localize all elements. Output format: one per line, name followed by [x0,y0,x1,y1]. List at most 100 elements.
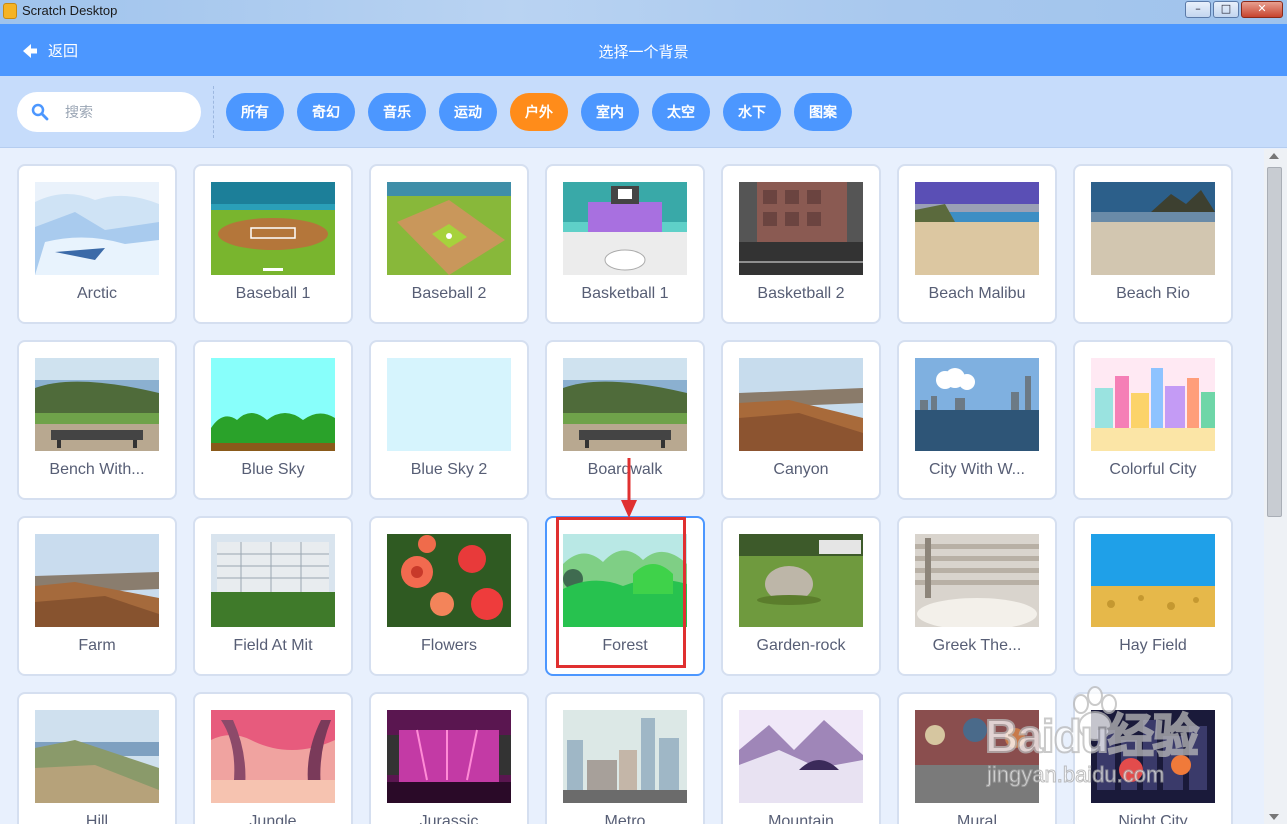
scrollbar-thumb[interactable] [1267,167,1282,517]
watermark-url: jingyan.baidu.com [986,762,1165,788]
red-highlight-box [556,517,686,668]
snow-mountain-icon [739,710,863,803]
tag-button[interactable]: 图案 [794,93,852,131]
backdrop-card[interactable]: Baseball 1 [193,164,353,324]
blue-sky-icon [211,358,335,451]
backdrop-card[interactable]: Canyon [721,340,881,500]
backdrop-name: Baseball 1 [235,285,311,302]
scroll-down-arrow-icon[interactable] [1269,814,1279,820]
tag-button[interactable]: 所有 [226,93,284,131]
backdrop-card[interactable]: Basketball 2 [721,164,881,324]
basketball-court-icon [563,182,687,275]
backdrop-name: Mountain [768,813,834,824]
search-box[interactable] [17,92,201,132]
backdrop-name: Colorful City [1109,461,1197,478]
backdrop-name: Blue Sky [241,461,305,478]
field-building-icon [211,534,335,627]
backdrop-card[interactable]: City With W... [897,340,1057,500]
maximize-button[interactable]: □ [1213,1,1239,18]
backdrop-name: Basketball 2 [757,285,845,302]
window-controls: – □ ✕ [1185,1,1283,18]
filter-bar: 所有奇幻音乐运动户外室内太空水下图案 [0,76,1287,148]
baseball-field-icon [211,182,335,275]
backdrop-card[interactable]: Baseball 2 [369,164,529,324]
backdrop-card[interactable]: Hay Field [1073,516,1233,676]
page-title: 选择一个背景 [598,44,689,61]
backdrop-name: Garden-rock [756,637,846,654]
backdrop-name: Canyon [773,461,829,478]
backdrop-name: Farm [78,637,116,654]
stage-icon [387,710,511,803]
backdrop-card[interactable]: Colorful City [1073,340,1233,500]
backdrop-name: Arctic [77,285,117,302]
backdrop-name: Field At Mit [233,637,313,654]
backdrop-name: Blue Sky 2 [410,461,488,478]
backdrop-card[interactable]: Beach Malibu [897,164,1057,324]
backdrop-card[interactable]: Basketball 1 [545,164,705,324]
backdrop-card[interactable]: Hill [17,692,177,824]
backdrop-card[interactable]: Garden-rock [721,516,881,676]
tag-button[interactable]: 运动 [439,93,497,131]
window-title: Scratch Desktop [22,3,118,18]
metro-city-icon [563,710,687,803]
hill-icon [35,710,159,803]
filter-divider [213,86,214,138]
canyon-icon [739,358,863,451]
scrollbar[interactable] [1264,149,1287,824]
backdrop-card[interactable]: Bench With... [17,340,177,500]
backdrop-card[interactable]: Farm [17,516,177,676]
backdrop-card[interactable]: Metro [545,692,705,824]
backdrop-name: Metro [604,813,646,824]
scroll-up-arrow-icon[interactable] [1269,153,1279,159]
backdrop-card[interactable]: Greek The... [897,516,1057,676]
library-header: 返回 选择一个背景 [0,24,1287,76]
farm-icon [35,534,159,627]
hay-field-icon [1091,534,1215,627]
search-input[interactable] [65,104,185,120]
backdrop-name: Jungle [249,813,297,824]
backdrop-card[interactable]: Blue Sky 2 [369,340,529,500]
close-button[interactable]: ✕ [1241,1,1283,18]
search-icon [31,103,49,121]
greek-theater-icon [915,534,1039,627]
bench-view-icon [35,358,159,451]
window-titlebar: Scratch Desktop – □ ✕ [0,0,1287,24]
flowers-icon [387,534,511,627]
city-water-icon [915,358,1039,451]
tag-button[interactable]: 音乐 [368,93,426,131]
tag-button[interactable]: 太空 [652,93,710,131]
backdrop-name: Mural [956,813,997,824]
backdrop-card[interactable]: Jungle [193,692,353,824]
red-annotation-arrow-icon [621,458,637,518]
backdrop-name: Hill [85,813,109,824]
backdrop-name: Baseball 2 [411,285,487,302]
garden-rock-icon [739,534,863,627]
backdrop-card[interactable]: Mountain [721,692,881,824]
bench-view-icon [563,358,687,451]
tag-button[interactable]: 水下 [723,93,781,131]
arctic-scene-icon [35,182,159,275]
tag-button[interactable]: 奇幻 [297,93,355,131]
beach-mountain-icon [1091,182,1215,275]
backdrop-card[interactable]: Jurassic [369,692,529,824]
backdrop-card[interactable]: Blue Sky [193,340,353,500]
baseball-diamond-icon [387,182,511,275]
backdrop-name: Bench With... [49,461,145,478]
scratch-app-icon [3,3,17,19]
jungle-icon [211,710,335,803]
backdrop-card[interactable]: Field At Mit [193,516,353,676]
tag-button[interactable]: 室内 [581,93,639,131]
backdrop-name: Basketball 1 [581,285,669,302]
backdrop-card[interactable]: Flowers [369,516,529,676]
backdrop-card[interactable]: Arctic [17,164,177,324]
tag-button[interactable]: 户外 [510,93,568,131]
backdrop-name: Beach Malibu [928,285,1026,302]
minimize-button[interactable]: – [1185,1,1211,18]
backdrop-name: Flowers [420,637,477,654]
backdrop-name: Hay Field [1119,637,1187,654]
watermark-logo: Baidu经验 [984,709,1200,763]
colorful-city-icon [1091,358,1215,451]
backdrop-card[interactable]: Beach Rio [1073,164,1233,324]
baidu-watermark: Baidu经验 jingyan.baidu.com [984,686,1225,800]
backdrop-name: Greek The... [932,637,1022,654]
